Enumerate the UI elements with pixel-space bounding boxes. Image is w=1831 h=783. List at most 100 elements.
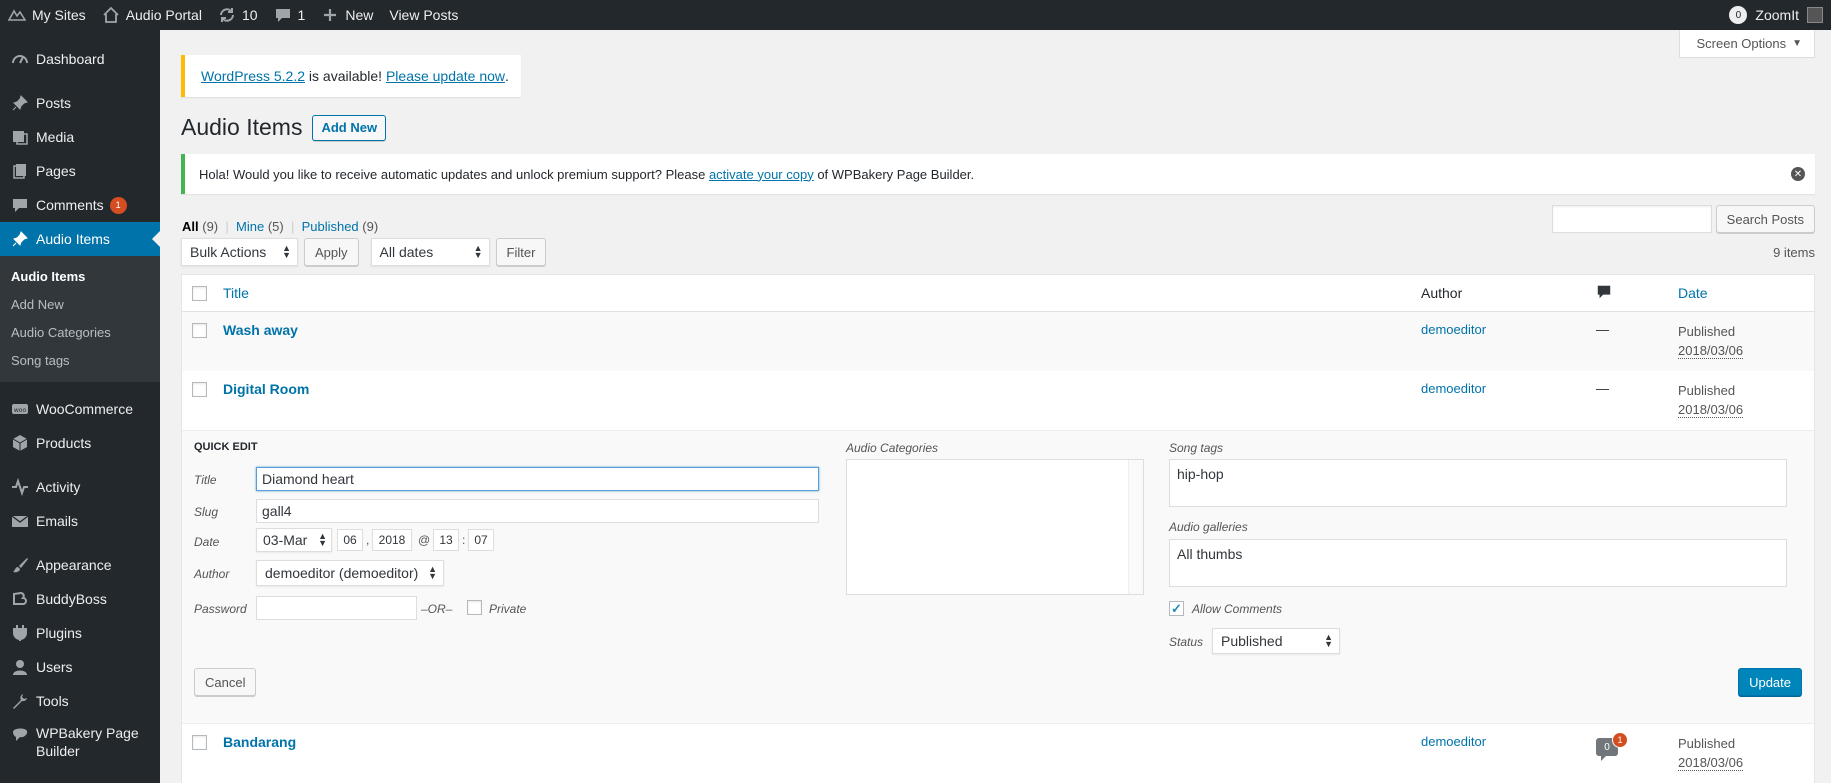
dismiss-icon[interactable]: ✕ xyxy=(1791,167,1805,181)
row-author-link[interactable]: demoeditor xyxy=(1421,381,1486,396)
row-author-link[interactable]: demoeditor xyxy=(1421,322,1486,337)
slug-label: Slug xyxy=(194,505,219,519)
month-value: 03-Mar xyxy=(263,532,308,548)
select-arrows-icon: ▲ ▼ xyxy=(428,564,437,581)
view-posts-link[interactable]: View Posts xyxy=(381,0,466,30)
menu-wpbakery[interactable]: WPBakery Page Builder xyxy=(0,718,160,762)
minute-input[interactable]: 07 xyxy=(468,529,494,551)
plus-icon xyxy=(321,6,339,24)
menu-woocommerce-label: WooCommerce xyxy=(36,401,133,417)
activate-copy-link[interactable]: activate your copy xyxy=(709,167,814,182)
author-select[interactable]: demoeditor (demoeditor) ▲ ▼ xyxy=(256,560,444,586)
filter-button[interactable]: Filter xyxy=(495,238,547,266)
email-icon xyxy=(10,511,30,531)
wpbakery-notice-text: Hola! Would you like to receive automati… xyxy=(199,167,974,182)
menu-emails-label: Emails xyxy=(36,513,79,529)
my-sites-menu[interactable]: My Sites xyxy=(0,0,94,30)
menu-posts[interactable]: Posts xyxy=(0,86,160,120)
menu-dashboard[interactable]: Dashboard xyxy=(0,42,160,76)
password-input[interactable] xyxy=(256,596,417,620)
bulk-actions-select[interactable]: Bulk Actions ▲ ▼ xyxy=(181,238,298,266)
song-tags-textarea[interactable]: hip-hop xyxy=(1169,459,1787,507)
search-input[interactable] xyxy=(1551,205,1712,233)
submenu-add-new[interactable]: Add New xyxy=(0,290,160,318)
menu-audio-items[interactable]: Audio Items xyxy=(0,222,160,256)
items-count: 9 items xyxy=(1773,244,1815,260)
menu-media[interactable]: Media xyxy=(0,120,160,154)
add-new-button[interactable]: Add New xyxy=(312,114,387,141)
row-checkbox[interactable] xyxy=(192,382,207,397)
select-all-checkbox[interactable] xyxy=(192,285,207,301)
menu-activity[interactable]: Activity xyxy=(0,470,160,504)
menu-activity-label: Activity xyxy=(36,479,81,495)
colon-separator: : xyxy=(462,533,466,547)
audio-items-submenu: Audio Items Add New Audio Categories Son… xyxy=(0,256,160,382)
private-checkbox[interactable] xyxy=(467,600,482,615)
menu-appearance-label: Appearance xyxy=(36,557,112,573)
row-date: Published 2018/03/06 xyxy=(1678,734,1744,772)
comments-menu[interactable]: 1 xyxy=(266,0,314,30)
filter-published-link[interactable]: Published xyxy=(302,219,359,234)
select-arrows-icon: ▲ ▼ xyxy=(318,531,327,548)
cancel-button[interactable]: Cancel xyxy=(194,668,257,696)
submenu-audio-categories[interactable]: Audio Categories xyxy=(0,318,160,346)
site-name-menu[interactable]: Audio Portal xyxy=(94,0,210,30)
submenu-audio-items[interactable]: Audio Items xyxy=(0,262,160,290)
submenu-song-tags[interactable]: Song tags xyxy=(0,346,160,374)
menu-products[interactable]: Products xyxy=(0,426,160,460)
row-status: Published xyxy=(1678,383,1736,398)
sites-icon xyxy=(7,6,27,24)
user-account-menu[interactable]: 0 ZoomIt xyxy=(1721,0,1831,30)
year-input[interactable]: 2018 xyxy=(372,529,412,551)
allow-comments-checkbox[interactable]: ✓ xyxy=(1169,601,1184,616)
menu-emails[interactable]: Emails xyxy=(0,504,160,538)
status-select[interactable]: Published ▲ ▼ xyxy=(1212,628,1340,654)
menu-comments-label: Comments xyxy=(36,197,104,213)
screen-options-button[interactable]: Screen Options ▼ xyxy=(1679,30,1815,58)
column-title-header[interactable]: Title xyxy=(223,285,249,301)
slug-input[interactable]: gall4 xyxy=(256,499,819,523)
row-checkbox[interactable] xyxy=(192,735,207,750)
menu-buddyboss-label: BuddyBoss xyxy=(36,591,107,607)
row-title-link[interactable]: Digital Room xyxy=(223,381,309,397)
menu-comments[interactable]: Comments 1 xyxy=(0,188,160,222)
menu-products-label: Products xyxy=(36,435,92,451)
day-input[interactable]: 06 xyxy=(337,529,363,551)
title-input[interactable]: Diamond heart xyxy=(256,467,819,491)
new-content-menu[interactable]: New xyxy=(313,0,381,30)
column-date-header[interactable]: Date xyxy=(1678,285,1708,301)
menu-buddyboss[interactable]: BuddyBoss xyxy=(0,582,160,616)
audio-categories-checklist[interactable] xyxy=(846,459,1144,595)
menu-tools[interactable]: Tools xyxy=(0,684,160,718)
update-button[interactable]: Update xyxy=(1738,668,1802,696)
date-filter-select[interactable]: All dates ▲ ▼ xyxy=(370,238,490,266)
menu-pages[interactable]: Pages xyxy=(0,154,160,188)
row-checkbox[interactable] xyxy=(192,323,207,338)
wordpress-version-link[interactable]: WordPress 5.2.2 xyxy=(201,68,305,84)
menu-woocommerce[interactable]: woo WooCommerce xyxy=(0,392,160,426)
update-now-link[interactable]: Please update now xyxy=(386,68,505,84)
menu-plugins[interactable]: Plugins xyxy=(0,616,160,650)
filter-mine-link[interactable]: Mine xyxy=(236,219,264,234)
row-title-link[interactable]: Wash away xyxy=(223,322,298,338)
row-date-value: 2018/03/06 xyxy=(1678,343,1744,359)
menu-users[interactable]: Users xyxy=(0,650,160,684)
filter-all-link[interactable]: All xyxy=(182,219,199,234)
audio-galleries-textarea[interactable]: All thumbs xyxy=(1169,539,1787,587)
row-date: Published 2018/03/06 xyxy=(1678,381,1744,419)
row-comments[interactable]: 0 1 xyxy=(1596,732,1628,761)
apply-button[interactable]: Apply xyxy=(304,238,359,266)
row-author-link[interactable]: demoeditor xyxy=(1421,734,1486,749)
media-icon xyxy=(10,127,30,147)
search-posts-button[interactable]: Search Posts xyxy=(1715,205,1815,233)
activity-icon xyxy=(10,477,30,497)
updates-menu[interactable]: 10 xyxy=(210,0,266,30)
menu-appearance[interactable]: Appearance xyxy=(0,548,160,582)
checklist-scrollbar[interactable] xyxy=(1128,460,1143,594)
posts-table: Title Author Date Wash away demoeditor —… xyxy=(181,274,1815,783)
row-title-link[interactable]: Bandarang xyxy=(223,734,296,750)
menu-posts-label: Posts xyxy=(36,95,72,111)
hour-input[interactable]: 13 xyxy=(433,529,459,551)
comments-column-icon[interactable] xyxy=(1596,284,1612,303)
month-select[interactable]: 03-Mar ▲ ▼ xyxy=(256,528,332,552)
